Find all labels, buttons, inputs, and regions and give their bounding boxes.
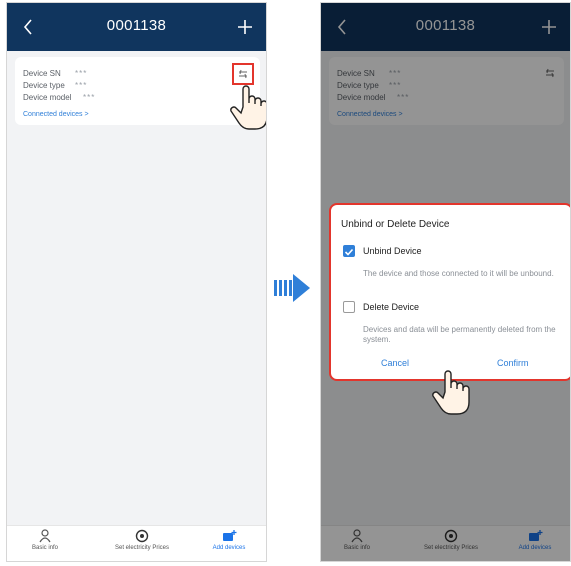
cancel-button[interactable]: Cancel (381, 358, 409, 368)
device-model-label: Device model (23, 93, 72, 102)
unbind-button[interactable] (232, 63, 254, 85)
unbind-delete-dialog: Unbind or Delete Device Unbind Device Th… (329, 203, 570, 381)
confirm-button[interactable]: Confirm (497, 358, 529, 368)
unbind-icon (239, 69, 247, 79)
checkmark-icon (344, 248, 354, 256)
dialog-title: Unbind or Delete Device (341, 219, 450, 230)
person-icon (39, 529, 51, 543)
device-type-label: Device type (23, 81, 65, 90)
add-device-icon (223, 530, 237, 541)
page-title: 0001138 (106, 17, 167, 34)
next-step-arrow-icon (274, 274, 310, 302)
tap-hand-icon (230, 85, 266, 130)
header-bar: 0001138 (7, 3, 266, 51)
tab-basic-info-label: Basic info (31, 545, 58, 551)
device-model-value: *** (83, 93, 96, 102)
add-icon[interactable] (234, 15, 256, 39)
device-sn-row: Device SN *** (23, 69, 86, 78)
phone-screen-before: 0001138 Device SN *** Device type *** De… (6, 2, 267, 562)
device-card[interactable]: Device SN *** Device type *** Device mod… (15, 57, 260, 125)
delete-device-checkbox[interactable] (343, 301, 355, 313)
unbind-device-label: Unbind Device (363, 246, 422, 256)
tab-basic-info[interactable]: Basic info (21, 529, 69, 551)
tab-set-electricity-prices-label: Set electricity Prices (114, 545, 169, 551)
unbind-device-checkbox[interactable] (343, 245, 355, 257)
unbind-device-description: The device and those connected to it wil… (363, 269, 554, 278)
tap-hand-icon (432, 370, 470, 415)
delete-device-description: Devices and data will be permanently del… (363, 325, 556, 344)
tab-set-electricity-prices[interactable]: Set electricity Prices (102, 529, 182, 551)
delete-device-label: Delete Device (363, 302, 420, 312)
device-sn-label: Device SN (23, 69, 61, 78)
tab-add-devices[interactable]: Add devices (203, 529, 255, 551)
connected-devices-link[interactable]: Connected devices > (23, 111, 89, 118)
bottom-tab-bar: Basic info Set electricity Prices Add de… (7, 525, 266, 561)
tab-add-devices-label: Add devices (212, 545, 246, 551)
device-model-row: Device model *** (23, 93, 94, 102)
device-sn-value: *** (75, 69, 88, 78)
price-icon (135, 529, 149, 543)
device-type-row: Device type *** (23, 81, 86, 90)
phone-screen-after: 0001138 Device SN *** Device type *** De… (320, 2, 571, 562)
device-type-value: *** (75, 81, 88, 90)
